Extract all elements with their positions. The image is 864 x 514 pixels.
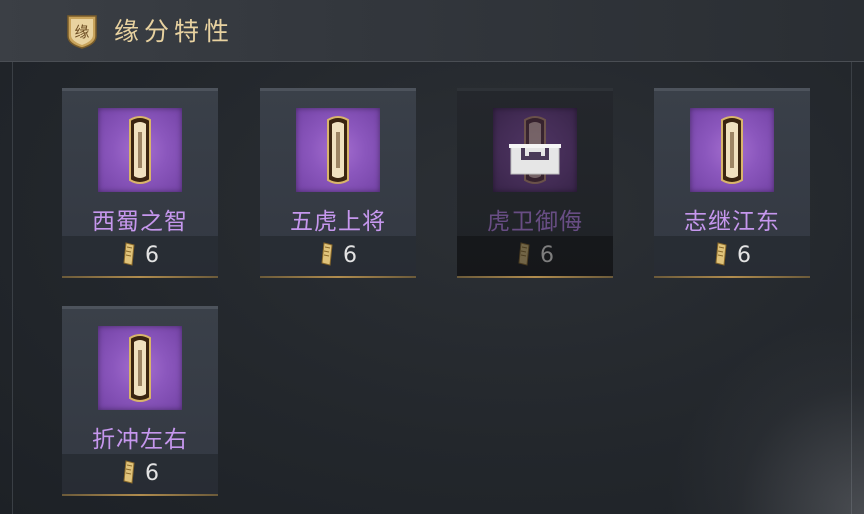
trait-cost-value: 6: [145, 243, 159, 268]
page-title: 缘分特性: [114, 17, 235, 46]
trait-tablet-icon: [129, 116, 151, 184]
lock-icon: [509, 144, 561, 175]
scroll-icon: [518, 242, 530, 266]
trait-name: 志继江东: [684, 209, 780, 235]
shield-badge-icon: 缘: [67, 15, 97, 49]
trait-name: 五虎上将: [290, 209, 386, 235]
trait-name: 西蜀之智: [92, 209, 188, 235]
trait-tablet-icon: [721, 116, 743, 184]
trait-cost: 6: [62, 242, 218, 268]
trait-icon-tile: [98, 326, 182, 410]
trait-card-2[interactable]: 五虎上将 6: [260, 88, 416, 278]
background-mist: [664, 314, 864, 514]
trait-name: 虎卫御侮: [487, 209, 583, 235]
trait-icon-tile: [493, 108, 577, 192]
trait-card-1[interactable]: 西蜀之智 6: [62, 88, 218, 278]
trait-icon-tile: [98, 108, 182, 192]
header-badge-char: 缘: [74, 23, 89, 41]
trait-icon-tile: [296, 108, 380, 192]
scroll-icon: [123, 460, 135, 484]
trait-cost-value: 6: [540, 243, 554, 268]
trait-name: 折冲左右: [92, 427, 188, 453]
trait-cost-value: 6: [343, 243, 357, 268]
trait-card-3[interactable]: 虎卫御侮 6: [457, 88, 613, 278]
trait-cost: 6: [457, 242, 613, 268]
trait-cost-value: 6: [145, 461, 159, 486]
trait-cost-value: 6: [737, 243, 751, 268]
trait-card-4[interactable]: 志继江东 6: [654, 88, 810, 278]
trait-cost: 6: [260, 242, 416, 268]
trait-cost: 6: [62, 460, 218, 486]
panel-header: 缘 缘分特性: [0, 0, 864, 62]
trait-tablet-icon: [327, 116, 349, 184]
scroll-icon: [123, 242, 135, 266]
trait-cost: 6: [654, 242, 810, 268]
trait-icon-tile: [690, 108, 774, 192]
scroll-icon: [321, 242, 333, 266]
trait-card-5[interactable]: 折冲左右 6: [62, 306, 218, 496]
trait-tablet-icon: [129, 334, 151, 402]
scroll-icon: [715, 242, 727, 266]
